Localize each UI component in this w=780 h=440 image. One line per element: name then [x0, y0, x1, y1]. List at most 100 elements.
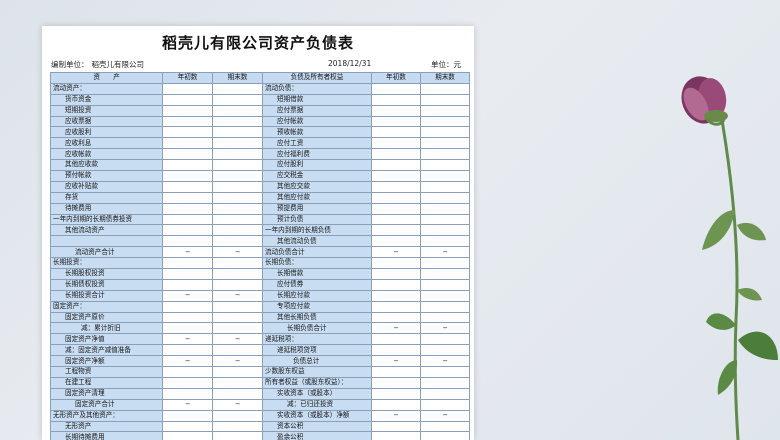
left-end-value[interactable]	[212, 311, 263, 324]
right-end-value[interactable]	[420, 137, 470, 150]
left-begin-value[interactable]: −	[162, 355, 213, 368]
left-end-value[interactable]: −	[212, 355, 263, 368]
left-begin-value[interactable]	[162, 366, 213, 378]
right-end-value[interactable]	[420, 115, 470, 128]
right-end-value[interactable]	[420, 420, 470, 433]
left-end-value[interactable]: −	[212, 333, 263, 346]
right-begin-value[interactable]	[371, 333, 421, 346]
left-begin-value[interactable]	[162, 409, 213, 422]
left-end-value[interactable]: −	[212, 246, 263, 259]
right-begin-value[interactable]	[371, 311, 421, 324]
right-end-value[interactable]	[420, 104, 470, 117]
right-begin-value[interactable]	[371, 431, 421, 440]
left-begin-value[interactable]	[162, 311, 213, 324]
right-end-value[interactable]	[420, 387, 470, 400]
right-begin-value[interactable]	[371, 300, 421, 313]
left-end-value[interactable]	[212, 191, 263, 204]
left-end-value[interactable]	[212, 224, 263, 237]
left-begin-value[interactable]	[162, 137, 213, 150]
right-begin-value[interactable]	[371, 387, 421, 400]
left-end-value[interactable]	[212, 235, 263, 248]
right-end-value[interactable]	[420, 300, 470, 313]
right-end-value[interactable]: −	[420, 409, 470, 422]
left-end-value[interactable]	[212, 137, 263, 150]
left-end-value[interactable]	[212, 344, 263, 357]
right-begin-value[interactable]	[371, 104, 421, 117]
left-end-value[interactable]	[212, 126, 263, 139]
right-end-value[interactable]	[420, 202, 470, 215]
right-begin-value[interactable]	[371, 82, 421, 95]
left-begin-value[interactable]	[162, 213, 213, 226]
right-end-value[interactable]	[420, 431, 470, 440]
right-begin-value[interactable]	[371, 224, 421, 237]
right-end-value[interactable]	[420, 159, 470, 172]
right-end-value[interactable]	[420, 224, 470, 237]
right-end-value[interactable]	[420, 278, 470, 291]
right-begin-value[interactable]	[371, 115, 421, 128]
left-end-value[interactable]	[212, 115, 263, 128]
right-end-value[interactable]	[420, 213, 470, 226]
left-begin-value[interactable]	[162, 148, 213, 161]
left-begin-value[interactable]	[162, 420, 213, 433]
left-begin-value[interactable]	[162, 224, 213, 237]
right-end-value[interactable]	[420, 398, 470, 411]
right-begin-value[interactable]	[371, 148, 421, 161]
left-end-value[interactable]	[212, 420, 263, 433]
left-begin-value[interactable]	[162, 235, 213, 248]
left-end-value[interactable]	[212, 82, 263, 95]
left-end-value[interactable]	[212, 431, 263, 440]
right-begin-value[interactable]	[371, 170, 421, 182]
right-begin-value[interactable]	[371, 366, 421, 378]
left-end-value[interactable]	[212, 268, 263, 280]
left-begin-value[interactable]	[162, 115, 213, 128]
left-end-value[interactable]	[212, 366, 263, 378]
right-end-value[interactable]	[420, 333, 470, 346]
left-begin-value[interactable]	[162, 387, 213, 400]
right-begin-value[interactable]	[371, 268, 421, 280]
left-end-value[interactable]	[212, 180, 263, 193]
left-end-value[interactable]	[212, 170, 263, 182]
left-begin-value[interactable]	[162, 322, 213, 335]
right-end-value[interactable]	[420, 311, 470, 324]
right-begin-value[interactable]	[371, 235, 421, 248]
right-begin-value[interactable]	[371, 278, 421, 291]
left-end-value[interactable]	[212, 376, 263, 389]
left-end-value[interactable]	[212, 104, 263, 117]
left-begin-value[interactable]	[162, 104, 213, 117]
right-end-value[interactable]	[420, 126, 470, 139]
left-begin-value[interactable]	[162, 202, 213, 215]
right-begin-value[interactable]	[371, 344, 421, 357]
right-end-value[interactable]	[420, 289, 470, 302]
right-end-value[interactable]: −	[420, 322, 470, 335]
right-end-value[interactable]	[420, 366, 470, 378]
right-end-value[interactable]	[420, 170, 470, 182]
right-begin-value[interactable]	[371, 376, 421, 389]
left-end-value[interactable]	[212, 278, 263, 291]
right-begin-value[interactable]	[371, 191, 421, 204]
right-end-value[interactable]	[420, 376, 470, 389]
left-end-value[interactable]	[212, 93, 263, 106]
right-end-value[interactable]	[420, 191, 470, 204]
left-end-value[interactable]	[212, 148, 263, 161]
left-begin-value[interactable]	[162, 93, 213, 106]
right-end-value[interactable]	[420, 180, 470, 193]
left-begin-value[interactable]	[162, 82, 213, 95]
right-end-value[interactable]: −	[420, 246, 470, 259]
left-begin-value[interactable]: −	[162, 333, 213, 346]
right-begin-value[interactable]: −	[371, 409, 421, 422]
left-begin-value[interactable]	[162, 191, 213, 204]
left-end-value[interactable]: −	[212, 398, 263, 411]
left-begin-value[interactable]: −	[162, 246, 213, 259]
right-begin-value[interactable]: −	[371, 246, 421, 259]
left-end-value[interactable]	[212, 213, 263, 226]
left-end-value[interactable]	[212, 322, 263, 335]
left-end-value[interactable]	[212, 202, 263, 215]
left-begin-value[interactable]	[162, 344, 213, 357]
left-begin-value[interactable]	[162, 300, 213, 313]
left-begin-value[interactable]: −	[162, 398, 213, 411]
left-begin-value[interactable]	[162, 257, 213, 270]
right-begin-value[interactable]: −	[371, 355, 421, 368]
left-begin-value[interactable]: −	[162, 289, 213, 302]
right-begin-value[interactable]	[371, 159, 421, 172]
right-end-value[interactable]: −	[420, 355, 470, 368]
